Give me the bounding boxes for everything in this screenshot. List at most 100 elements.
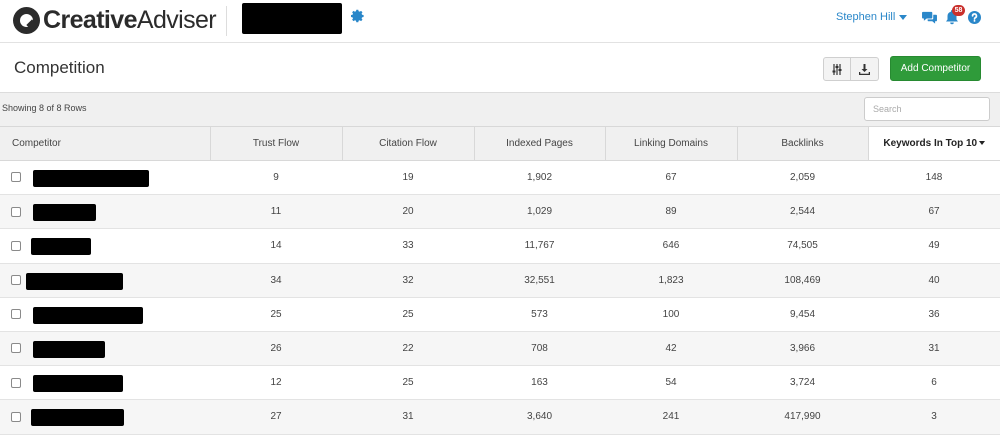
row-checkbox[interactable] xyxy=(11,309,21,320)
brand-logo[interactable]: CreativeAdviser xyxy=(13,5,217,35)
column-filter-button[interactable] xyxy=(823,57,851,81)
competitor-cell xyxy=(0,228,210,264)
competitor-cell xyxy=(0,399,210,435)
backlinks-cell: 74,505 xyxy=(737,228,868,264)
chat-icon[interactable] xyxy=(922,11,937,25)
navbar-divider xyxy=(226,6,227,36)
filter-sliders-icon xyxy=(832,63,842,75)
keywords-top10-cell: 67 xyxy=(868,194,1000,230)
backlinks-cell: 108,469 xyxy=(737,263,868,298)
row-checkbox[interactable] xyxy=(11,206,21,217)
column-header-competitor[interactable]: Competitor xyxy=(0,126,211,161)
citation-flow-cell: 31 xyxy=(342,399,474,435)
trust-flow-cell: 9 xyxy=(210,160,342,196)
column-header-indexed-pages[interactable]: Indexed Pages xyxy=(474,126,606,161)
linking-domains-cell: 54 xyxy=(605,365,737,401)
backlinks-cell: 3,966 xyxy=(737,331,868,367)
linking-domains-cell: 646 xyxy=(605,228,737,264)
column-header-keywords-top10[interactable]: Keywords In Top 10 xyxy=(868,126,1000,161)
keywords-top10-cell: 6 xyxy=(868,365,1000,401)
row-checkbox[interactable] xyxy=(11,377,21,388)
table-row[interactable]: 12 25 163 54 3,724 6 xyxy=(0,365,1000,401)
table-header-row: Competitor Trust Flow Citation Flow Inde… xyxy=(0,126,1000,161)
search-input[interactable] xyxy=(864,97,990,121)
redacted-competitor-name xyxy=(33,170,149,187)
keywords-top10-cell: 36 xyxy=(868,297,1000,332)
row-checkbox[interactable] xyxy=(11,343,21,354)
trust-flow-cell: 12 xyxy=(210,365,342,401)
trust-flow-cell: 34 xyxy=(210,263,342,298)
gear-icon[interactable] xyxy=(351,9,365,23)
row-checkbox[interactable] xyxy=(11,411,21,422)
table-row[interactable]: 34 32 32,551 1,823 108,469 40 xyxy=(0,263,1000,298)
column-header-backlinks[interactable]: Backlinks xyxy=(737,126,869,161)
backlinks-cell: 2,059 xyxy=(737,160,868,196)
trust-flow-cell: 27 xyxy=(210,399,342,435)
backlinks-cell: 3,724 xyxy=(737,365,868,401)
keywords-top10-cell: 40 xyxy=(868,263,1000,298)
keywords-top10-cell: 3 xyxy=(868,399,1000,435)
notification-count-badge: 58 xyxy=(952,5,965,16)
table-row[interactable]: 26 22 708 42 3,966 31 xyxy=(0,331,1000,367)
redacted-account-name[interactable] xyxy=(242,3,342,34)
brand-mark-icon xyxy=(13,6,40,34)
add-competitor-button[interactable]: Add Competitor xyxy=(890,56,981,81)
competitor-cell xyxy=(0,194,210,230)
indexed-pages-cell: 1,902 xyxy=(474,160,605,196)
linking-domains-cell: 1,823 xyxy=(605,263,737,298)
table-row[interactable]: 25 25 573 100 9,454 36 xyxy=(0,297,1000,332)
competitor-cell xyxy=(0,365,210,401)
citation-flow-cell: 19 xyxy=(342,160,474,196)
row-count-label: Showing 8 of 8 Rows xyxy=(2,103,87,113)
citation-flow-cell: 32 xyxy=(342,263,474,298)
trust-flow-cell: 14 xyxy=(210,228,342,264)
linking-domains-cell: 241 xyxy=(605,399,737,435)
redacted-competitor-name xyxy=(33,204,96,222)
linking-domains-cell: 42 xyxy=(605,331,737,367)
competitor-cell xyxy=(0,263,210,298)
export-button[interactable] xyxy=(851,57,879,81)
column-header-linking-domains[interactable]: Linking Domains xyxy=(605,126,738,161)
sort-caret-icon xyxy=(979,141,986,146)
download-icon xyxy=(859,63,870,75)
table-row[interactable]: 9 19 1,902 67 2,059 148 xyxy=(0,160,1000,196)
citation-flow-cell: 33 xyxy=(342,228,474,264)
indexed-pages-cell: 573 xyxy=(474,297,605,332)
competition-table: Competitor Trust Flow Citation Flow Inde… xyxy=(0,126,1000,435)
competitor-cell xyxy=(0,160,210,196)
row-checkbox[interactable] xyxy=(11,172,21,183)
indexed-pages-cell: 32,551 xyxy=(474,263,605,298)
brand-name: CreativeAdviser xyxy=(43,5,217,34)
table-row[interactable]: 14 33 11,767 646 74,505 49 xyxy=(0,228,1000,264)
table-row[interactable]: 11 20 1,029 89 2,544 67 xyxy=(0,194,1000,230)
keywords-top10-cell: 31 xyxy=(868,331,1000,367)
page-title: Competition xyxy=(14,58,105,77)
citation-flow-cell: 25 xyxy=(342,297,474,332)
indexed-pages-cell: 11,767 xyxy=(474,228,605,264)
column-header-trust-flow[interactable]: Trust Flow xyxy=(210,126,343,161)
trust-flow-cell: 25 xyxy=(210,297,342,332)
indexed-pages-cell: 708 xyxy=(474,331,605,367)
linking-domains-cell: 67 xyxy=(605,160,737,196)
indexed-pages-cell: 163 xyxy=(474,365,605,401)
redacted-competitor-name xyxy=(33,340,105,358)
user-menu[interactable]: Stephen Hill xyxy=(836,11,908,23)
backlinks-cell: 9,454 xyxy=(737,297,868,332)
indexed-pages-cell: 1,029 xyxy=(474,194,605,230)
row-checkbox[interactable] xyxy=(11,275,21,286)
linking-domains-cell: 89 xyxy=(605,194,737,230)
backlinks-cell: 417,990 xyxy=(737,399,868,435)
redacted-competitor-name xyxy=(33,375,123,393)
row-checkbox[interactable] xyxy=(11,240,21,251)
backlinks-cell: 2,544 xyxy=(737,194,868,230)
trust-flow-cell: 26 xyxy=(210,331,342,367)
indexed-pages-cell: 3,640 xyxy=(474,399,605,435)
top-navbar: CreativeAdviser Stephen Hill 58 xyxy=(0,0,1000,43)
redacted-competitor-name xyxy=(31,409,124,427)
help-icon[interactable] xyxy=(968,11,981,24)
linking-domains-cell: 100 xyxy=(605,297,737,332)
table-row[interactable]: 27 31 3,640 241 417,990 3 xyxy=(0,399,1000,435)
chevron-down-icon xyxy=(899,14,908,20)
competitor-cell xyxy=(0,331,210,367)
column-header-citation-flow[interactable]: Citation Flow xyxy=(342,126,475,161)
